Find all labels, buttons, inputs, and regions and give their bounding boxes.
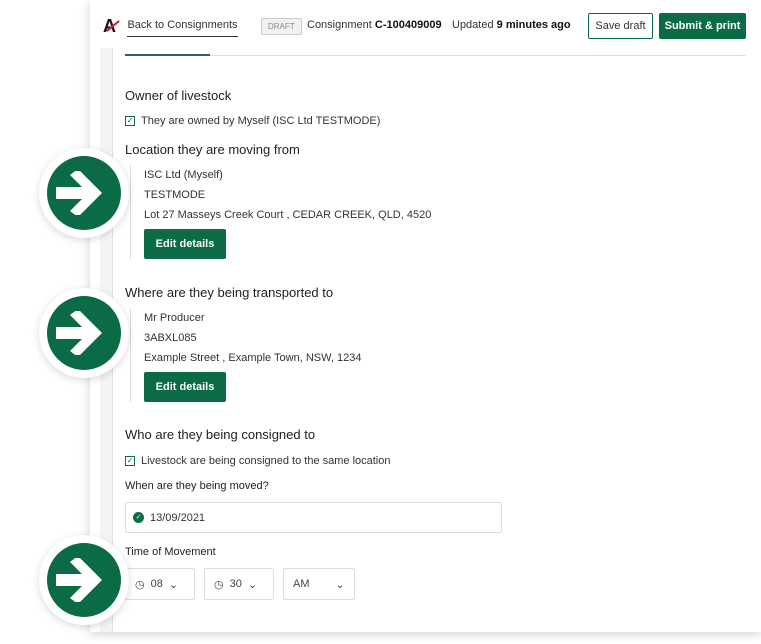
- chevron-down-icon: ⌄: [335, 578, 345, 591]
- owner-checkbox-label: They are owned by Myself (ISC Ltd TESTMO…: [141, 115, 381, 127]
- arrow-callout-icon: [39, 535, 129, 625]
- updated-value: 9 minutes ago: [496, 19, 571, 31]
- time-label: Time of Movement: [125, 546, 216, 558]
- consigned-heading: Who are they being consigned to: [125, 427, 316, 442]
- checkbox-checked-icon: ✓: [125, 116, 135, 126]
- arrow-callout-icon: [39, 148, 129, 238]
- to-name: Mr Producer: [144, 312, 205, 324]
- owner-heading: Owner of livestock: [125, 88, 232, 103]
- date-value: 13/09/2021: [150, 511, 206, 524]
- updated-status: Updated 9 minutes ago: [452, 19, 571, 31]
- arrow-callout-icon: [39, 288, 129, 378]
- consignment-title: Consignment C-100409009: [307, 19, 442, 31]
- consignment-label: Consignment: [307, 19, 372, 31]
- ampm-select[interactable]: AM ⌄: [283, 568, 355, 600]
- to-code: 3ABXL085: [144, 332, 197, 344]
- same-location-checkbox[interactable]: ✓ Livestock are being consigned to the sa…: [125, 455, 391, 467]
- submit-print-button[interactable]: Submit & print: [659, 13, 746, 39]
- ampm-value: AM: [293, 578, 310, 590]
- check-circle-icon: ✓: [133, 512, 144, 523]
- updated-label: Updated: [452, 19, 494, 31]
- active-tab-indicator: [125, 54, 210, 56]
- edit-from-details-button[interactable]: Edit details: [144, 229, 226, 259]
- date-input[interactable]: ✓ 13/09/2021: [125, 502, 502, 533]
- back-to-consignments-link[interactable]: Back to Consignments: [127, 19, 238, 37]
- hour-value: 08: [150, 578, 163, 590]
- clock-icon: ◷: [214, 578, 224, 591]
- from-heading: Location they are moving from: [125, 142, 300, 157]
- tab-underline: [125, 54, 746, 56]
- hour-select[interactable]: ◷ 08 ⌄: [125, 568, 195, 600]
- app-logo: A: [103, 16, 120, 37]
- minute-value: 30: [229, 578, 242, 590]
- header: A Back to Consignments DRAFT Consignment…: [0, 0, 761, 50]
- from-name: ISC Ltd (Myself): [144, 169, 223, 181]
- to-address: Example Street , Example Town, NSW, 1234: [144, 352, 362, 364]
- date-label: When are they being moved?: [125, 480, 269, 492]
- from-location: ISC Ltd (Myself) TESTMODE Lot 27 Masseys…: [130, 165, 431, 259]
- save-draft-button[interactable]: Save draft: [588, 13, 653, 39]
- clock-icon: ◷: [135, 578, 145, 591]
- minute-select[interactable]: ◷ 30 ⌄: [204, 568, 274, 600]
- to-heading: Where are they being transported to: [125, 285, 334, 300]
- status-badge: DRAFT: [261, 18, 302, 35]
- edit-to-details-button[interactable]: Edit details: [144, 372, 226, 402]
- consignment-id: C-100409009: [374, 19, 442, 31]
- checkbox-checked-icon: ✓: [125, 456, 135, 466]
- chevron-down-icon: ⌄: [247, 578, 258, 591]
- owner-checkbox[interactable]: ✓ They are owned by Myself (ISC Ltd TESTM…: [125, 115, 380, 127]
- to-location: Mr Producer 3ABXL085 Example Street , Ex…: [130, 308, 361, 402]
- same-location-label: Livestock are being consigned to the sam…: [141, 455, 391, 467]
- from-address: Lot 27 Masseys Creek Court , CEDAR CREEK…: [144, 209, 432, 221]
- chevron-down-icon: ⌄: [168, 578, 179, 591]
- from-code: TESTMODE: [144, 189, 206, 201]
